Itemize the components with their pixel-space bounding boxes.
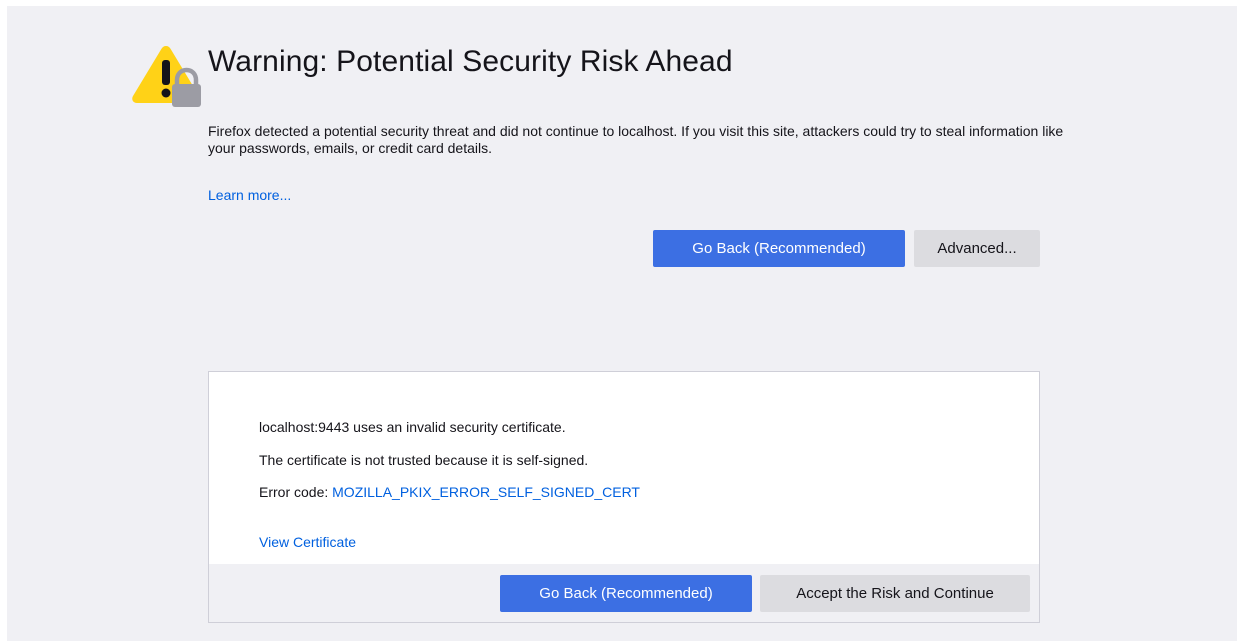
- error-page: Warning: Potential Security Risk Ahead F…: [7, 6, 1237, 641]
- advanced-panel: localhost:9443 uses an invalid security …: [208, 371, 1040, 623]
- advanced-button[interactable]: Advanced...: [914, 230, 1040, 267]
- accept-risk-button[interactable]: Accept the Risk and Continue: [760, 575, 1030, 612]
- page-title: Warning: Potential Security Risk Ahead: [208, 45, 733, 78]
- self-signed-message: The certificate is not trusted because i…: [259, 452, 589, 468]
- warning-description: Firefox detected a potential security th…: [208, 123, 1064, 156]
- learn-more-link[interactable]: Learn more...: [208, 187, 291, 203]
- go-back-button[interactable]: Go Back (Recommended): [653, 230, 905, 267]
- advanced-panel-footer: Go Back (Recommended) Accept the Risk an…: [209, 564, 1039, 622]
- invalid-cert-message: localhost:9443 uses an invalid security …: [259, 419, 566, 435]
- go-back-button-secondary[interactable]: Go Back (Recommended): [500, 575, 752, 612]
- view-certificate-link[interactable]: View Certificate: [259, 534, 356, 550]
- warning-lock-icon: [132, 46, 201, 107]
- error-code-link[interactable]: MOZILLA_PKIX_ERROR_SELF_SIGNED_CERT: [332, 484, 640, 500]
- error-code-label: Error code:: [259, 484, 333, 500]
- error-code-line: Error code: MOZILLA_PKIX_ERROR_SELF_SIGN…: [259, 484, 640, 500]
